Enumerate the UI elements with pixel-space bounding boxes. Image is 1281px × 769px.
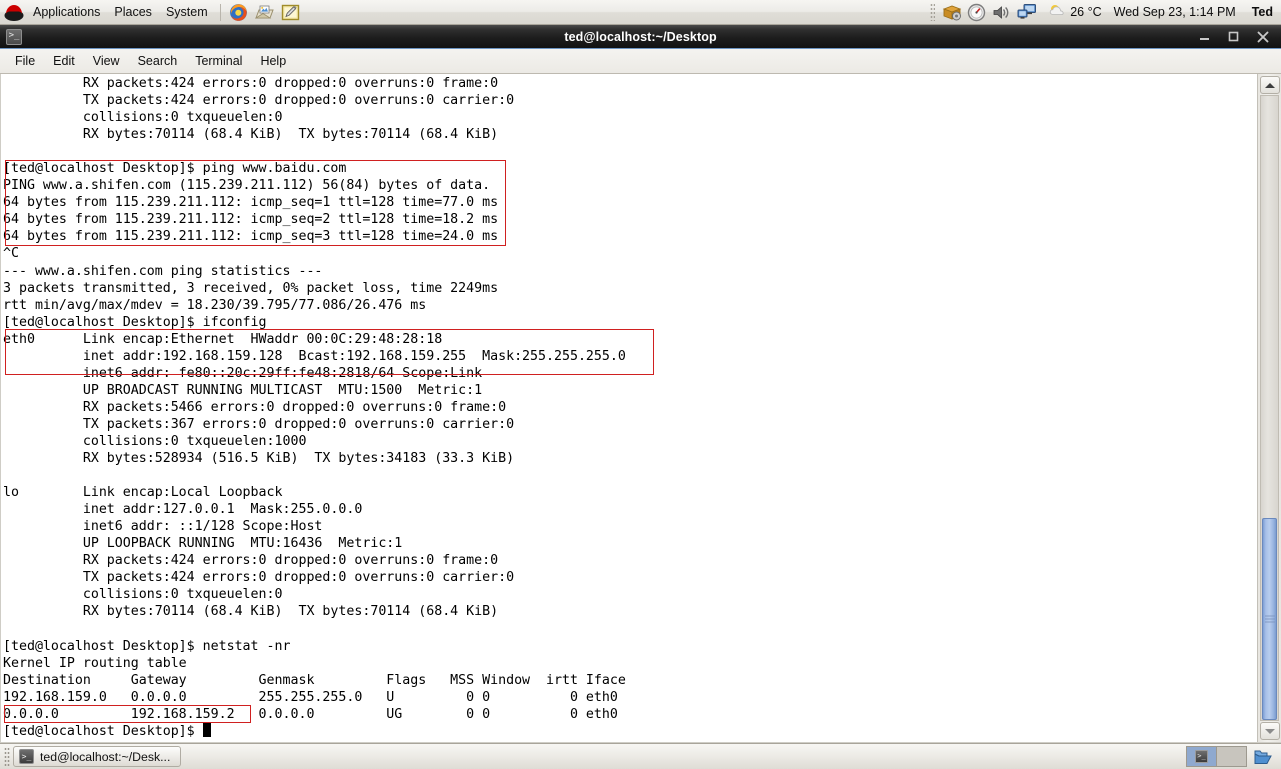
terminal-icon: >_ bbox=[19, 749, 34, 764]
text-editor-icon[interactable] bbox=[278, 1, 304, 23]
menu-search[interactable]: Search bbox=[129, 51, 187, 72]
terminal-line: [ted@localhost Desktop]$ netstat -nr bbox=[3, 638, 291, 654]
network-icon[interactable] bbox=[1014, 1, 1039, 23]
bottom-panel: >_ ted@localhost:~/Desk... >_ bbox=[0, 743, 1281, 769]
top-panel-right: 26 °C Wed Sep 23, 1:14 PM Ted bbox=[930, 0, 1281, 24]
redhat-logo[interactable] bbox=[3, 3, 25, 22]
system-monitor-icon[interactable] bbox=[964, 1, 989, 23]
terminal-line: inet6 addr: fe80::20c:29ff:fe48:2818/64 … bbox=[3, 365, 483, 381]
terminal-line: rtt min/avg/max/mdev = 18.230/39.795/77.… bbox=[3, 297, 427, 313]
terminal-prompt-line: [ted@localhost Desktop]$ bbox=[3, 722, 626, 740]
terminal-line: --- www.a.shifen.com ping statistics --- bbox=[3, 263, 323, 279]
terminal-line: Destination Gateway Genmask Flags MSS Wi… bbox=[3, 672, 626, 688]
terminal-prompt: [ted@localhost Desktop]$ bbox=[3, 723, 203, 739]
terminal-line: inet6 addr: ::1/128 Scope:Host bbox=[3, 519, 323, 535]
terminal-line: inet addr:127.0.0.1 Mask:255.0.0.0 bbox=[3, 502, 363, 518]
evolution-mail-icon[interactable] bbox=[252, 1, 278, 23]
terminal-line: 0.0.0.0 192.168.159.2 0.0.0.0 UG 0 0 0 e… bbox=[3, 706, 618, 722]
menu-edit[interactable]: Edit bbox=[44, 51, 84, 72]
terminal-line: UP LOOPBACK RUNNING MTU:16436 Metric:1 bbox=[3, 536, 403, 552]
terminal-line: collisions:0 txqueuelen:0 bbox=[3, 110, 283, 126]
user-menu[interactable]: Ted bbox=[1252, 5, 1273, 19]
menubar: File Edit View Search Terminal Help bbox=[0, 49, 1281, 74]
terminal-line: TX packets:424 errors:0 dropped:0 overru… bbox=[3, 93, 515, 109]
terminal-output: RX packets:424 errors:0 dropped:0 overru… bbox=[3, 75, 626, 740]
terminal-line: lo Link encap:Local Loopback bbox=[3, 485, 283, 501]
scroll-up-icon[interactable] bbox=[1260, 76, 1280, 94]
terminal-line: RX bytes:528934 (516.5 KiB) TX bytes:341… bbox=[3, 451, 515, 467]
maximize-icon[interactable] bbox=[1228, 31, 1239, 42]
workspace-1[interactable]: >_ bbox=[1187, 747, 1217, 766]
clock[interactable]: Wed Sep 23, 1:14 PM bbox=[1114, 5, 1236, 19]
terminal-line: 64 bytes from 115.239.211.112: icmp_seq=… bbox=[3, 195, 499, 211]
package-update-icon[interactable] bbox=[939, 1, 964, 23]
terminal-line: PING www.a.shifen.com (115.239.211.112) … bbox=[3, 178, 491, 194]
minimize-icon[interactable] bbox=[1199, 31, 1210, 42]
terminal-line: [ted@localhost Desktop]$ ping www.baidu.… bbox=[3, 161, 347, 177]
volume-icon[interactable] bbox=[989, 1, 1014, 23]
terminal-line: RX packets:5466 errors:0 dropped:0 overr… bbox=[3, 399, 507, 415]
scroll-down-icon[interactable] bbox=[1260, 722, 1280, 740]
terminal-line: eth0 Link encap:Ethernet HWaddr 00:0C:29… bbox=[3, 331, 443, 347]
bottom-panel-right: >_ bbox=[1186, 746, 1281, 768]
terminal-screen[interactable]: RX packets:424 errors:0 dropped:0 overru… bbox=[1, 74, 1257, 742]
trash-icon[interactable] bbox=[1251, 746, 1275, 768]
terminal-line: TX packets:367 errors:0 dropped:0 overru… bbox=[3, 416, 515, 432]
partly-cloudy-icon bbox=[1049, 3, 1067, 21]
menu-view[interactable]: View bbox=[84, 51, 129, 72]
menu-system[interactable]: System bbox=[159, 3, 215, 22]
window-buttons bbox=[1199, 31, 1281, 43]
terminal-line: UP BROADCAST RUNNING MULTICAST MTU:1500 … bbox=[3, 382, 483, 398]
terminal-line: collisions:0 txqueuelen:1000 bbox=[3, 433, 307, 449]
close-icon[interactable] bbox=[1257, 31, 1269, 43]
terminal-line: inet addr:192.168.159.128 Bcast:192.168.… bbox=[3, 348, 626, 364]
menu-help[interactable]: Help bbox=[251, 51, 295, 72]
panel-grip bbox=[930, 3, 936, 21]
terminal-line: RX packets:424 errors:0 dropped:0 overru… bbox=[3, 76, 499, 91]
menu-terminal[interactable]: Terminal bbox=[186, 51, 251, 72]
scrollbar-track[interactable] bbox=[1260, 95, 1279, 721]
taskbar-grip[interactable] bbox=[4, 746, 10, 767]
menu-applications[interactable]: Applications bbox=[26, 3, 107, 22]
workspace-switcher[interactable]: >_ bbox=[1186, 746, 1247, 767]
terminal-line: [ted@localhost Desktop]$ ifconfig bbox=[3, 314, 267, 330]
terminal-line: TX packets:424 errors:0 dropped:0 overru… bbox=[3, 570, 515, 586]
scrollbar-thumb[interactable] bbox=[1262, 518, 1277, 720]
terminal-line: 64 bytes from 115.239.211.112: icmp_seq=… bbox=[3, 212, 499, 228]
terminal-scrollbar[interactable] bbox=[1257, 74, 1281, 742]
temperature-label: 26 °C bbox=[1070, 5, 1102, 19]
workspace-2[interactable] bbox=[1217, 747, 1246, 766]
terminal-line: ^C bbox=[3, 246, 19, 262]
terminal-window: >_ ted@localhost:~/Desktop File Edit Vie… bbox=[0, 25, 1281, 743]
workspace-window-thumbnail: >_ bbox=[1195, 750, 1208, 763]
terminal-line: RX bytes:70114 (68.4 KiB) TX bytes:70114… bbox=[3, 127, 499, 143]
window-title: ted@localhost:~/Desktop bbox=[564, 29, 717, 44]
terminal-icon[interactable]: >_ bbox=[6, 28, 22, 45]
terminal-line: 192.168.159.0 0.0.0.0 255.255.255.0 U 0 … bbox=[3, 689, 618, 705]
taskbar-item-terminal[interactable]: >_ ted@localhost:~/Desk... bbox=[13, 746, 182, 767]
terminal-line: 3 packets transmitted, 3 received, 0% pa… bbox=[3, 280, 499, 296]
terminal-line: RX packets:424 errors:0 dropped:0 overru… bbox=[3, 553, 499, 569]
menu-file[interactable]: File bbox=[6, 51, 44, 72]
terminal-cursor bbox=[202, 722, 211, 737]
terminal-line: collisions:0 txqueuelen:0 bbox=[3, 587, 283, 603]
terminal-line: RX bytes:70114 (68.4 KiB) TX bytes:70114… bbox=[3, 604, 499, 620]
top-panel: Applications Places System 26 °C Wed Sep… bbox=[0, 0, 1281, 25]
terminal-area: RX packets:424 errors:0 dropped:0 overru… bbox=[0, 74, 1281, 743]
panel-separator bbox=[219, 3, 221, 21]
terminal-line: Kernel IP routing table bbox=[3, 655, 187, 671]
firefox-icon[interactable] bbox=[226, 1, 252, 23]
weather-indicator[interactable]: 26 °C bbox=[1049, 3, 1102, 21]
menu-places[interactable]: Places bbox=[107, 3, 159, 22]
window-titlebar[interactable]: >_ ted@localhost:~/Desktop bbox=[0, 25, 1281, 49]
taskbar-item-label: ted@localhost:~/Desk... bbox=[40, 749, 171, 764]
terminal-line: 64 bytes from 115.239.211.112: icmp_seq=… bbox=[3, 229, 499, 245]
